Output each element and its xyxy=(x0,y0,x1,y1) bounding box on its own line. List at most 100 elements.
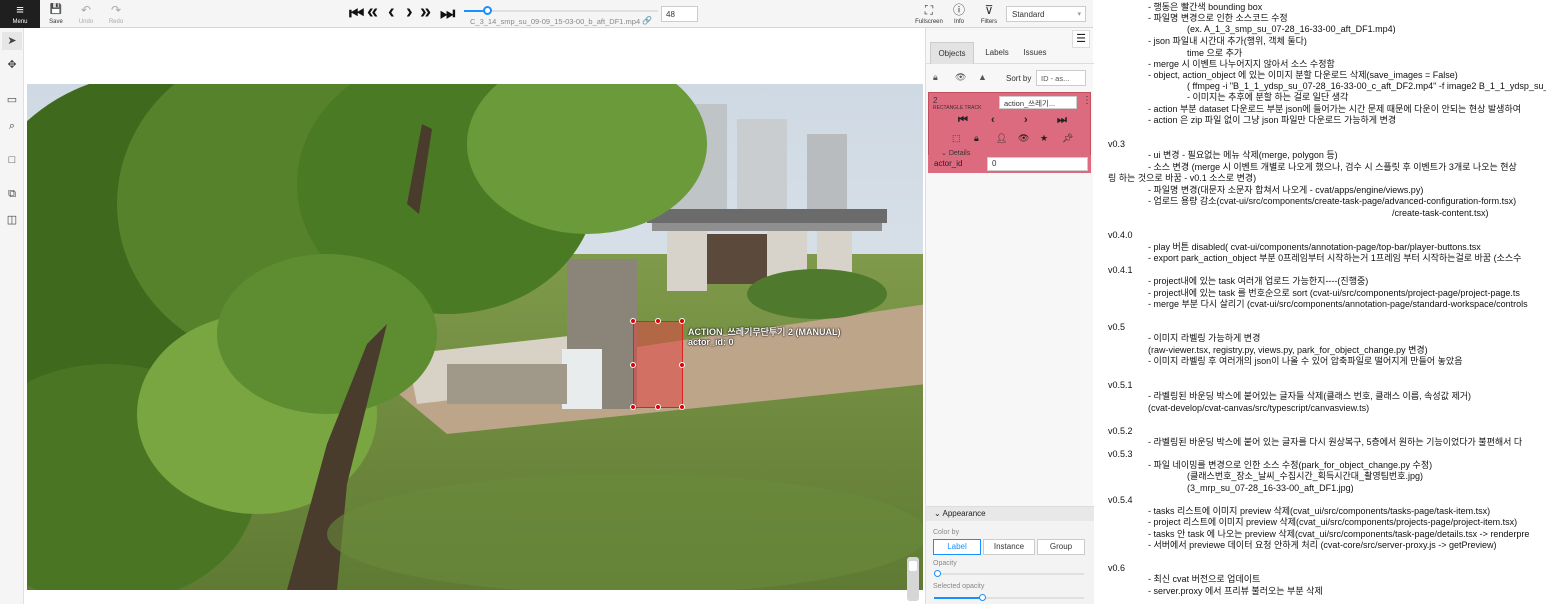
collapse-icon[interactable]: ▲ xyxy=(978,72,987,82)
next-frame-icon[interactable]: › xyxy=(406,2,413,22)
sidebar-toggle-button[interactable]: ☰ xyxy=(1072,30,1090,48)
lock-icon[interactable]: 🔒︎ xyxy=(933,72,938,83)
changelog-line: time 으로 추가 xyxy=(1187,48,1243,58)
split-tool[interactable]: ◫ xyxy=(2,211,22,229)
bounding-box-label-title: ACTION_쓰레기무단투기 2 (MANUAL) xyxy=(688,327,841,337)
list-icon: ☰ xyxy=(1076,33,1086,45)
menu-icon: ≡ xyxy=(16,2,24,17)
changelog-line: - 소스 변경 (merge 시 이벤트 개별로 나오게 했으나, 검수 시 스… xyxy=(1148,162,1517,172)
first-frame-icon[interactable]: ⏮ xyxy=(349,5,364,23)
object-label-select[interactable]: action_쓰레기... xyxy=(999,96,1077,109)
fit-image-tool[interactable]: ▭ xyxy=(2,91,22,109)
star-icon[interactable]: ★ xyxy=(1040,133,1048,144)
action-bounding-box[interactable] xyxy=(630,318,685,410)
changelog-line: - 파일명 변경으로 인한 소스코드 수정 xyxy=(1148,13,1288,23)
changelog-line: ( ffmpeg -i "B_1_1_ydsp_su_07-28_16-33-0… xyxy=(1187,81,1546,91)
changelog-line: (3_mrp_su_07-28_16-33-00_aft_DF1.jpg) xyxy=(1187,483,1354,493)
redo-icon: ↷ xyxy=(110,3,122,17)
selected-opacity-label: Selected opacity xyxy=(933,583,985,590)
hide-object-icon[interactable]: 👁︎ xyxy=(1018,133,1029,144)
save-button[interactable]: 💾 Save xyxy=(46,0,66,28)
version-heading: v0.5.1 xyxy=(1108,380,1133,390)
changelog-line: (클래스번호_장소_날씨_수집시간_획득시간대_촬영팀번호.jpg) xyxy=(1187,471,1423,481)
draw-rectangle-icon: □ xyxy=(8,154,16,166)
fullscreen-label: Fullscreen xyxy=(915,19,943,25)
resize-handle[interactable] xyxy=(679,404,685,410)
resize-handle[interactable] xyxy=(679,362,685,368)
more-options-icon[interactable]: ⋮ xyxy=(1082,95,1092,106)
resize-handle[interactable] xyxy=(655,318,661,324)
resize-handle[interactable] xyxy=(630,404,636,410)
version-heading: v0.5.4 xyxy=(1108,495,1133,505)
last-frame-icon[interactable]: ⏭ xyxy=(440,5,455,23)
zoom-region-icon: ⌕ xyxy=(8,120,16,132)
opacity-slider[interactable] xyxy=(934,570,1084,577)
tab-issues[interactable]: Issues xyxy=(1018,42,1052,64)
changelog-line: - ui 변경 - 필요없는 메뉴 삭제(merge, polygon 등) xyxy=(1148,150,1338,160)
undo-button[interactable]: ↶ Undo xyxy=(76,0,96,28)
zoom-region-tool[interactable]: ⌕ xyxy=(2,117,22,135)
pin-icon[interactable]: 📌︎ xyxy=(1062,133,1073,144)
merge-icon: ⧉ xyxy=(8,188,16,200)
opacity-slider-handle[interactable] xyxy=(934,570,941,577)
changelog-line: - json 파일내 시간대 추가(행위, 객체 둘다) xyxy=(1148,36,1307,46)
info-button[interactable]: ⓘ Info xyxy=(948,0,970,28)
changelog-line: - merge 부분 다시 살리기 (cvat-ui/src/component… xyxy=(1148,299,1528,309)
previous-frame-icon[interactable]: ‹ xyxy=(388,2,395,22)
selected-opacity-handle[interactable] xyxy=(979,594,986,601)
color-by-group-option[interactable]: Group xyxy=(1037,539,1085,555)
zoom-slider-handle[interactable] xyxy=(909,561,917,571)
outside-icon[interactable]: ⬚ xyxy=(952,133,961,144)
sort-select[interactable]: ID - as... xyxy=(1036,70,1086,86)
color-by-label: Color by xyxy=(933,529,960,536)
attribute-value-select[interactable]: 0 xyxy=(987,157,1088,171)
workspace-select[interactable]: Standard ▾ xyxy=(1006,6,1086,22)
changelog-line: (raw-viewer.tsx, registry.py, views.py, … xyxy=(1148,345,1428,355)
redo-label: Redo xyxy=(108,19,124,25)
resize-handle[interactable] xyxy=(655,404,661,410)
resize-handle[interactable] xyxy=(679,318,685,324)
changelog-line: - 행동은 빨간색 bounding box xyxy=(1148,2,1263,12)
appearance-header[interactable]: ⌄ Appearance xyxy=(926,507,1094,521)
selected-opacity-slider[interactable] xyxy=(934,594,1084,601)
attribute-name: actor_id xyxy=(934,159,963,168)
changelog-line: - 파일명 변경(대문자 소문자 합쳐서 나오게 - cvat/apps/eng… xyxy=(1148,185,1424,195)
resize-handle[interactable] xyxy=(630,362,636,368)
color-by-instance-option[interactable]: Instance xyxy=(983,539,1035,555)
occluded-icon[interactable]: 👤︎ xyxy=(996,133,1007,144)
color-by-label-option[interactable]: Label xyxy=(933,539,981,555)
fullscreen-button[interactable]: ⛶ Fullscreen xyxy=(915,0,943,28)
frame-slider[interactable] xyxy=(464,6,658,15)
link-icon[interactable]: 🔗 xyxy=(642,16,652,25)
move-tool[interactable]: ✥ xyxy=(2,56,22,74)
version-heading: v0.4.1 xyxy=(1108,265,1133,275)
draw-rectangle-tool[interactable]: □ xyxy=(2,151,22,169)
canvas-zoom-slider[interactable] xyxy=(907,557,919,601)
tab-objects[interactable]: Objects xyxy=(930,42,974,64)
previous-keyframe-icon[interactable]: ‹ xyxy=(991,114,995,126)
frame-number-input[interactable] xyxy=(661,6,698,22)
resize-handle[interactable] xyxy=(630,318,636,324)
controls-sidebar: ➤ ✥ ▭ ⌕ □ ⧉ ◫ xyxy=(0,28,24,604)
version-heading: v0.6 xyxy=(1108,563,1126,573)
save-label: Save xyxy=(49,19,63,25)
frame-slider-handle[interactable] xyxy=(483,6,493,15)
merge-tool[interactable]: ⧉ xyxy=(2,185,22,203)
tab-labels[interactable]: Labels xyxy=(978,42,1016,64)
menu-button[interactable]: ≡ Menu xyxy=(0,0,40,28)
fast-backward-icon[interactable]: « xyxy=(367,2,378,22)
lock-object-icon[interactable]: 🔒︎ xyxy=(974,133,979,144)
cvat-annotation-window: ≡ Menu 💾 Save ↶ Undo ↷ Redo ⏮ « ‹ › » ⏭ … xyxy=(0,0,1094,604)
first-keyframe-icon[interactable]: ⏮ xyxy=(958,114,968,127)
changelog-line: - 라벨링된 바운딩 박스에 붙어 있는 글자를 다시 원상복구, 5층에서 원… xyxy=(1148,437,1523,447)
video-filename: C_3_14_smp_su_09-09_15-03-00_b_aft_DF1.m… xyxy=(470,17,641,26)
next-keyframe-icon[interactable]: › xyxy=(1024,114,1028,126)
redo-button[interactable]: ↷ Redo xyxy=(106,0,126,28)
eye-icon[interactable]: 👁︎ xyxy=(955,72,966,83)
last-keyframe-icon[interactable]: ⏭ xyxy=(1057,114,1067,127)
filters-button[interactable]: ⊽ Filters xyxy=(978,0,1000,28)
cursor-tool[interactable]: ➤ xyxy=(2,32,22,50)
top-bar: ≡ Menu 💾 Save ↶ Undo ↷ Redo ⏮ « ‹ › » ⏭ … xyxy=(0,0,1093,28)
workspace-value: Standard xyxy=(1012,10,1045,19)
fast-forward-icon[interactable]: » xyxy=(420,2,431,22)
